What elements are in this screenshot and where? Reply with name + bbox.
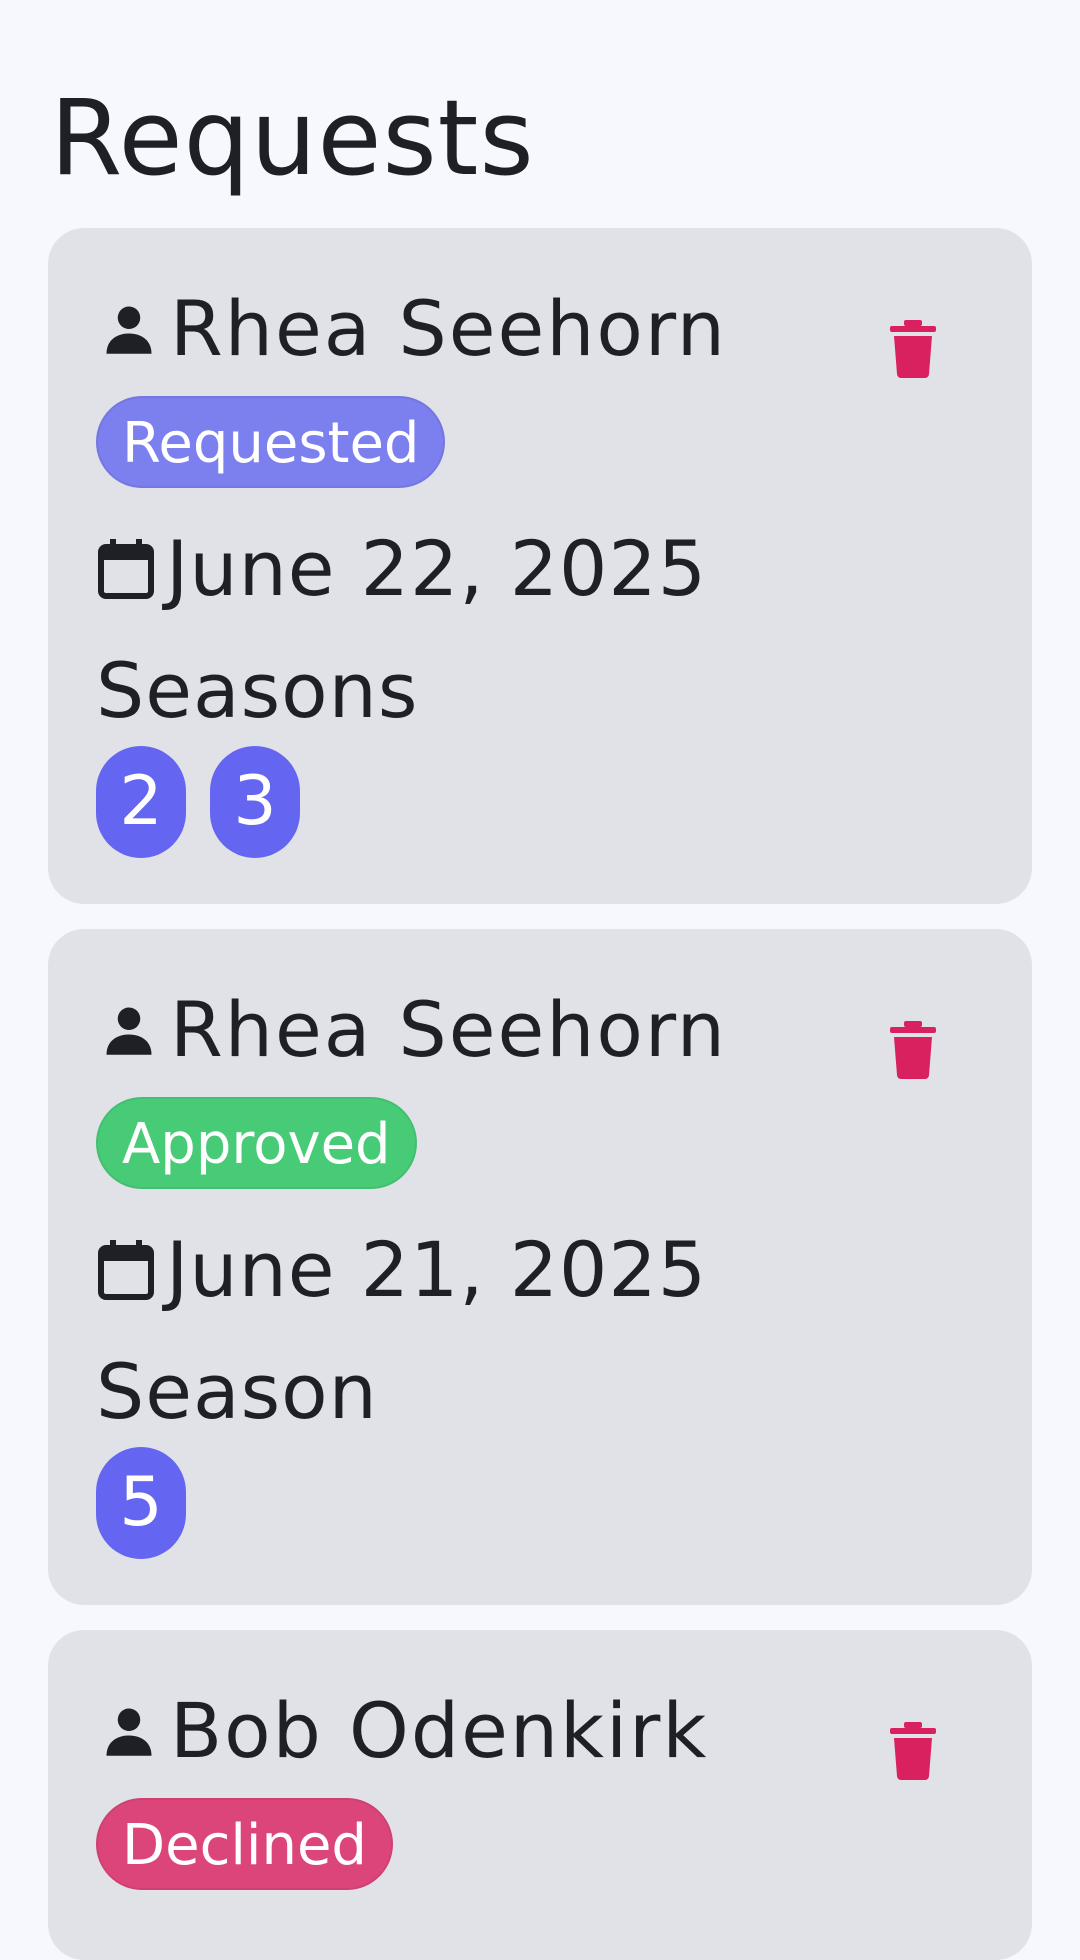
person-icon	[102, 1704, 156, 1758]
requester-row: Rhea Seehorn	[102, 985, 727, 1075]
season-chips: 5	[96, 1447, 186, 1559]
requester-name: Bob Odenkirk	[170, 1686, 709, 1775]
trash-icon[interactable]	[890, 1722, 936, 1780]
calendar-icon	[98, 539, 154, 599]
status-badge: Approved	[96, 1097, 417, 1189]
requester-row: Rhea Seehorn	[102, 284, 727, 374]
season-chip: 5	[96, 1447, 186, 1559]
request-date: June 22, 2025	[166, 524, 708, 613]
season-chips: 2 3	[96, 746, 300, 858]
requester-name: Rhea Seehorn	[170, 985, 727, 1074]
seasons-label: Seasons	[96, 646, 419, 735]
page-title: Requests	[50, 77, 535, 199]
person-icon	[102, 1003, 156, 1057]
season-chip: 2	[96, 746, 186, 858]
trash-icon[interactable]	[890, 1021, 936, 1079]
season-chip: 3	[210, 746, 300, 858]
request-card[interactable]: Bob Odenkirk Declined	[48, 1630, 1032, 1960]
requester-name: Rhea Seehorn	[170, 284, 727, 373]
status-badge: Declined	[96, 1798, 393, 1890]
person-icon	[102, 302, 156, 356]
date-row: June 21, 2025	[98, 1225, 707, 1315]
request-date: June 21, 2025	[166, 1225, 708, 1314]
date-row: June 22, 2025	[98, 524, 707, 614]
calendar-icon	[98, 1240, 154, 1300]
requester-row: Bob Odenkirk	[102, 1686, 708, 1776]
trash-icon[interactable]	[890, 320, 936, 378]
request-card[interactable]: Rhea Seehorn Requested June 22, 2025 Sea…	[48, 228, 1032, 904]
request-card[interactable]: Rhea Seehorn Approved June 21, 2025 Seas…	[48, 929, 1032, 1605]
season-label: Season	[96, 1347, 378, 1436]
status-badge: Requested	[96, 396, 446, 488]
